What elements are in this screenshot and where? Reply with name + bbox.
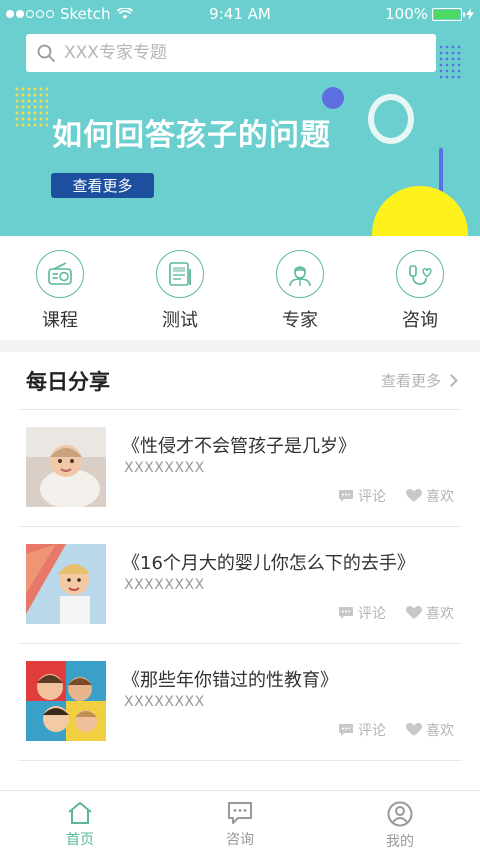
comment-button[interactable]: 评论: [338, 603, 386, 623]
tab-consult[interactable]: 咨询: [190, 791, 290, 853]
daily-share-section: 每日分享 查看更多 《性侵才不会管孩子是几岁》 XXXXXXXX 评论 喜欢 《…: [0, 352, 480, 761]
decorative-half-circle: [372, 186, 468, 236]
article-title: 《16个月大的婴儿你怎么下的去手》: [122, 553, 415, 574]
like-button[interactable]: 喜欢: [406, 720, 454, 740]
heart-icon: [406, 723, 422, 736]
doctor-icon: [276, 250, 324, 298]
like-label: 喜欢: [426, 489, 454, 505]
chevron-right-icon: [445, 374, 458, 387]
article-subtitle: XXXXXXXX: [124, 694, 205, 710]
article-thumbnail-children: [26, 661, 106, 741]
search-bar[interactable]: [26, 34, 436, 72]
comment-icon: [339, 724, 353, 736]
comment-icon: [339, 607, 353, 619]
test-paper-icon: [156, 250, 204, 298]
decorative-circle: [322, 87, 344, 109]
category-label: 测试: [162, 310, 198, 331]
decorative-ring: [368, 94, 414, 144]
category-course[interactable]: 课程: [0, 250, 120, 340]
article-actions: 评论 喜欢: [338, 720, 454, 740]
comment-label: 评论: [358, 606, 386, 622]
user-icon: [387, 801, 413, 827]
tab-label: 我的: [386, 834, 414, 850]
comment-label: 评论: [358, 489, 386, 505]
category-label: 咨询: [402, 310, 438, 331]
tab-bar: 首页 咨询 我的: [0, 790, 480, 853]
decorative-dots: [14, 86, 48, 128]
article-thumbnail-baby: [26, 427, 106, 507]
category-test[interactable]: 测试: [120, 250, 240, 340]
search-icon: [37, 44, 55, 62]
article-item[interactable]: 《性侵才不会管孩子是几岁》 XXXXXXXX 评论 喜欢: [18, 410, 462, 527]
like-label: 喜欢: [426, 606, 454, 622]
category-label: 课程: [42, 310, 78, 331]
banner[interactable]: Sketch 9:41 AM 100% 如何回答孩子的问题 查看更多: [0, 0, 480, 236]
decorative-bar: [439, 148, 443, 194]
category-nav: 课程 测试 专家 咨询: [0, 236, 480, 340]
article-title: 《性侵才不会管孩子是几岁》: [122, 436, 356, 457]
section-title: 每日分享: [26, 369, 110, 394]
article-thumbnail-girl-umbrella: [26, 544, 106, 624]
article-item[interactable]: 《16个月大的婴儿你怎么下的去手》 XXXXXXXX 评论 喜欢: [18, 527, 462, 644]
category-label: 专家: [282, 310, 318, 331]
charging-icon: [466, 8, 474, 20]
category-expert[interactable]: 专家: [240, 250, 360, 340]
article-actions: 评论 喜欢: [338, 486, 454, 506]
heart-icon: [406, 489, 422, 502]
see-more-label: 查看更多: [380, 372, 441, 390]
battery-percent: 100%: [385, 5, 428, 23]
section-divider: [0, 340, 480, 352]
comment-button[interactable]: 评论: [338, 486, 386, 506]
tab-label: 咨询: [226, 832, 254, 848]
comment-icon: [339, 490, 353, 502]
decorative-dots: [438, 44, 462, 80]
tab-home[interactable]: 首页: [30, 791, 130, 853]
article-item[interactable]: 《那些年你错过的性教育》 XXXXXXXX 评论 喜欢: [18, 644, 462, 761]
article-title: 《那些年你错过的性教育》: [122, 670, 338, 691]
tab-profile[interactable]: 我的: [350, 791, 450, 853]
tab-label: 首页: [66, 832, 94, 848]
category-consult[interactable]: 咨询: [360, 250, 480, 340]
like-button[interactable]: 喜欢: [406, 603, 454, 623]
like-label: 喜欢: [426, 723, 454, 739]
banner-more-button[interactable]: 查看更多: [51, 173, 154, 198]
heart-icon: [406, 606, 422, 619]
chat-icon: [228, 802, 252, 824]
comment-label: 评论: [358, 723, 386, 739]
article-subtitle: XXXXXXXX: [124, 460, 205, 476]
banner-title: 如何回答孩子的问题: [52, 118, 331, 153]
home-icon: [68, 802, 92, 824]
battery-icon: [432, 7, 465, 21]
section-header: 每日分享 查看更多: [18, 352, 462, 410]
article-actions: 评论 喜欢: [338, 603, 454, 623]
status-right: 100%: [385, 5, 474, 23]
search-input[interactable]: [64, 43, 436, 63]
see-more-link[interactable]: 查看更多: [380, 370, 458, 391]
radio-icon: [36, 250, 84, 298]
status-bar: Sketch 9:41 AM 100%: [0, 0, 480, 30]
article-subtitle: XXXXXXXX: [124, 577, 205, 593]
like-button[interactable]: 喜欢: [406, 486, 454, 506]
stethoscope-icon: [396, 250, 444, 298]
comment-button[interactable]: 评论: [338, 720, 386, 740]
